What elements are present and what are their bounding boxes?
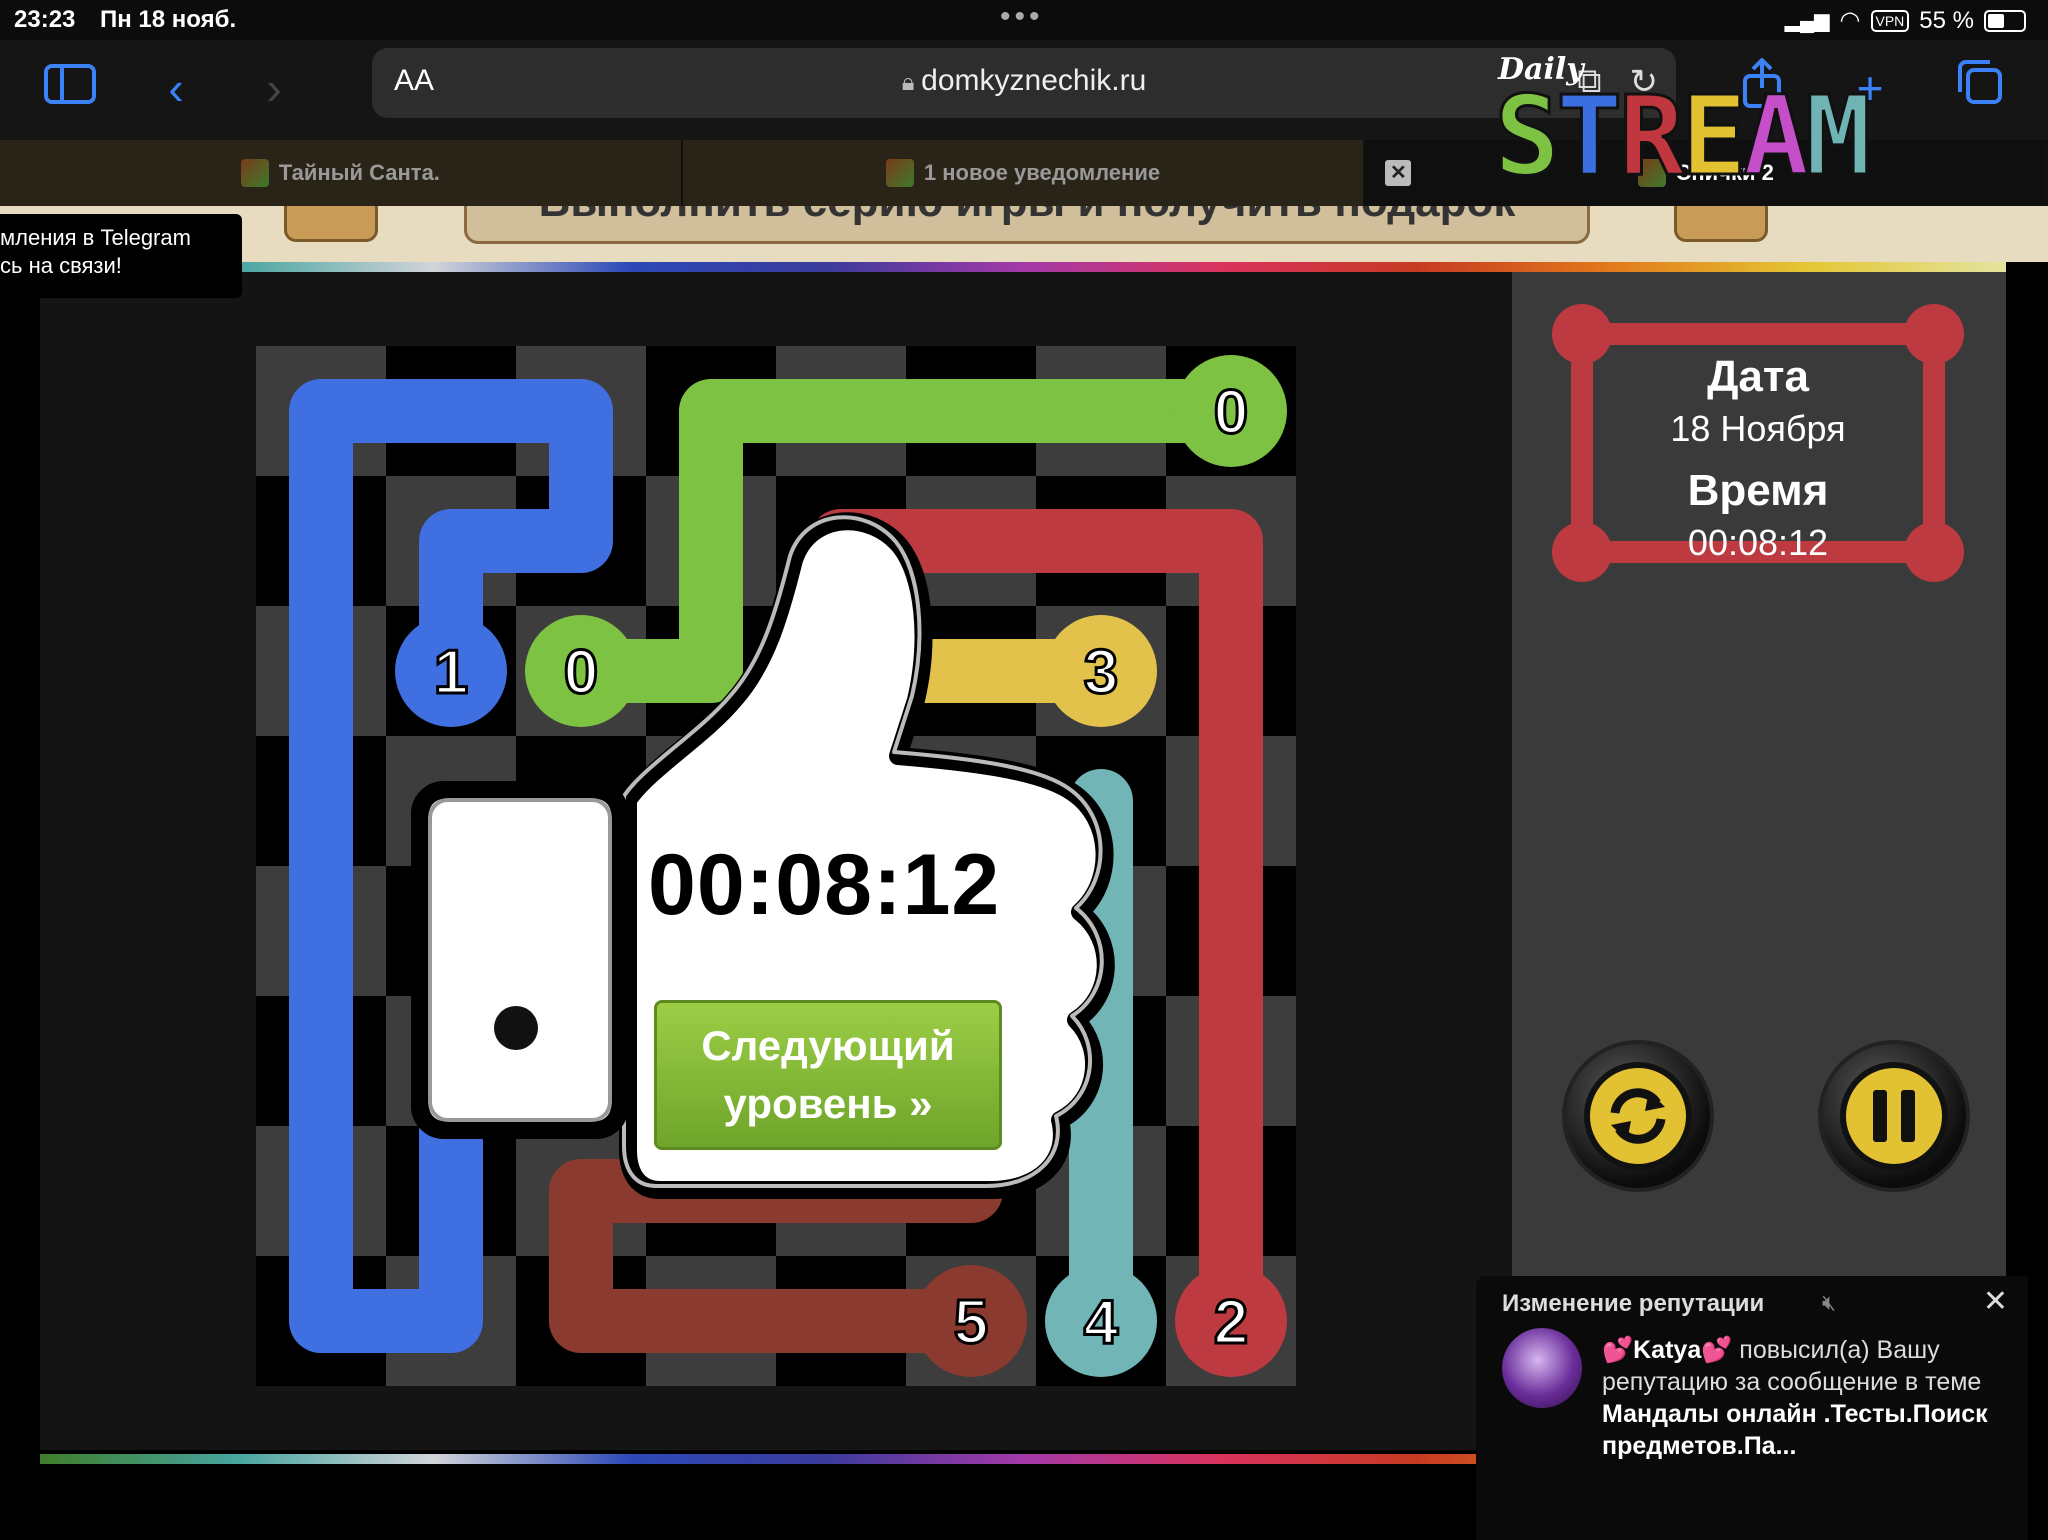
notification-topic[interactable]: Мандалы онлайн .Тесты.Поиск предметов.Па… <box>1602 1400 1988 1460</box>
tabs-overview-icon[interactable] <box>1950 58 2010 118</box>
status-time: 23:23 <box>14 6 76 33</box>
tab-notification[interactable]: 1 новое уведомление <box>682 140 1366 206</box>
stream-logo: STREAM <box>1492 71 1873 202</box>
tab-label: 1 новое уведомление <box>923 160 1161 185</box>
restart-button[interactable] <box>1562 1040 1714 1192</box>
telegram-tooltip[interactable]: мления в Telegram сь на связи! <box>0 214 242 298</box>
wifi-icon: ◠ <box>1839 7 1861 34</box>
status-date: Пн 18 нояб. <box>100 6 237 33</box>
endpoint-label: 5 <box>954 1288 988 1357</box>
battery-percent: 55 % <box>1919 6 1974 34</box>
telegram-tip-line2: сь на связи! <box>0 253 122 278</box>
back-icon[interactable]: ‹ <box>146 58 206 118</box>
close-icon[interactable]: ✕ <box>1983 1284 2008 1319</box>
endpoint-label: 0 <box>1214 378 1248 447</box>
logo-letter: E <box>1679 71 1748 202</box>
mute-icon[interactable]: 🔇︎ <box>1822 1290 1836 1316</box>
multitasking-dots[interactable]: ••• <box>1000 0 1044 34</box>
site-nav-button[interactable] <box>284 206 378 242</box>
rainbow-divider <box>40 262 2006 272</box>
pause-button[interactable] <box>1818 1040 1970 1192</box>
favicon-icon <box>885 159 914 187</box>
logo-letter: T <box>1555 71 1624 202</box>
status-bar: 23:23 Пн 18 нояб. ••• ▂▄▆ ◠ VPN 55 % <box>0 0 2048 40</box>
date-label: Дата <box>1707 352 1809 401</box>
logo-letter: M <box>1804 71 1873 202</box>
notification-title: Изменение репутации <box>1502 1290 1765 1317</box>
battery-icon <box>1984 9 2026 32</box>
promo-banner[interactable]: Выполнить серию игры и получить подарок <box>464 206 1590 244</box>
logo-letter: R <box>1617 71 1686 202</box>
telegram-tip-line1: мления в Telegram <box>0 225 191 250</box>
pause-icon <box>1840 1062 1948 1170</box>
tab-secret-santa[interactable]: Тайный Санта. <box>0 140 683 206</box>
notification-body: 💕Katya💕 повысил(а) Вашу репутацию за соо… <box>1602 1334 2012 1462</box>
site-nav-button[interactable] <box>1674 206 1768 242</box>
forward-icon[interactable]: › <box>244 58 304 118</box>
popup-timer: 00:08:12 <box>648 837 1001 933</box>
signal-icon: ▂▄▆ <box>1784 10 1830 32</box>
lock-icon: 🔒︎ <box>901 69 922 96</box>
endpoint-label: 4 <box>1084 1288 1119 1357</box>
favicon-icon <box>240 159 269 187</box>
cuff-button-dot <box>494 1006 538 1050</box>
next-level-button[interactable]: Следующий уровень » <box>654 1000 1002 1150</box>
endpoint-label: 2 <box>1214 1288 1248 1357</box>
address-bar[interactable]: AA 🔒︎ domkyznechik.ru ⧉ ↻ <box>372 48 1676 118</box>
logo-letter: S <box>1492 71 1561 202</box>
restart-icon <box>1584 1062 1692 1170</box>
info-box: Дата 18 Ноября Время 00:08:12 <box>1548 302 1968 584</box>
tab-label: Тайный Санта. <box>278 160 440 185</box>
thumbs-up-cuff <box>411 781 629 1139</box>
url-value: domkyznechik.ru <box>921 64 1147 97</box>
site-header-strip: Выполнить серию игры и получить подарок <box>0 206 2048 262</box>
url-text: 🔒︎ domkyznechik.ru <box>372 64 1676 98</box>
logo-letter: A <box>1741 71 1810 202</box>
time-value: 00:08:12 <box>1687 522 1829 563</box>
avatar[interactable] <box>1502 1328 1582 1408</box>
close-tab-icon[interactable]: ✕ <box>1385 160 1412 186</box>
time-label: Время <box>1687 466 1829 515</box>
status-indicators: ▂▄▆ ◠ VPN 55 % <box>1785 6 2026 35</box>
sidebar-icon[interactable] <box>40 58 100 118</box>
reputation-notification[interactable]: Изменение репутации 🔇︎ ✕ 💕Katya💕 повысил… <box>1476 1276 2028 1540</box>
notification-user[interactable]: 💕Katya💕 <box>1602 1336 1732 1364</box>
date-value: 18 Ноября <box>1670 408 1846 449</box>
vpn-badge: VPN <box>1870 9 1910 32</box>
